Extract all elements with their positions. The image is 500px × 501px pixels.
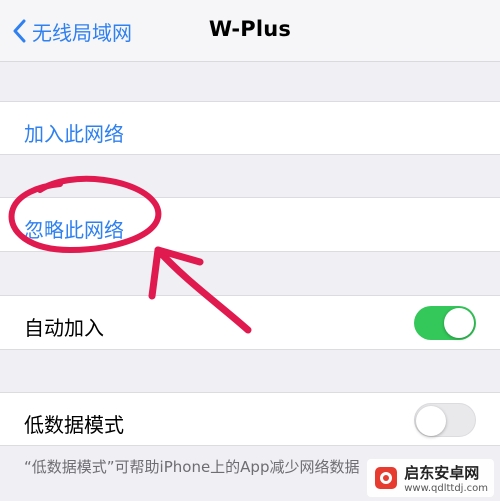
android-logo-icon — [375, 467, 398, 489]
auto-join-toggle[interactable] — [414, 306, 476, 340]
toggle-knob — [416, 406, 446, 436]
annotation-arrowhead — [148, 246, 204, 300]
auto-join-label: 自动加入 — [24, 316, 104, 340]
low-data-mode-toggle[interactable] — [414, 403, 476, 437]
join-network-row[interactable]: 加入此网络 — [0, 101, 500, 155]
watermark-url: www.qdlttdj.com — [404, 483, 488, 494]
watermark-title: 启东安卓网 — [404, 464, 480, 482]
forget-network-label: 忽略此网络 — [24, 218, 124, 242]
toggle-knob — [444, 308, 474, 338]
low-data-mode-label: 低数据模式 — [24, 413, 124, 437]
auto-join-row: 自动加入 — [0, 295, 500, 350]
page-title: W-Plus — [208, 17, 292, 41]
join-network-label: 加入此网络 — [24, 122, 124, 146]
navigation-bar: 无线局域网 W-Plus — [0, 0, 500, 62]
forget-network-row[interactable]: 忽略此网络 — [0, 197, 500, 252]
low-data-mode-row: 低数据模式 — [0, 392, 500, 446]
watermark: 启东安卓网 www.qdlttdj.com — [367, 459, 494, 497]
low-data-mode-footnote: “低数据模式”可帮助iPhone上的App减少网络数据 — [24, 458, 360, 476]
